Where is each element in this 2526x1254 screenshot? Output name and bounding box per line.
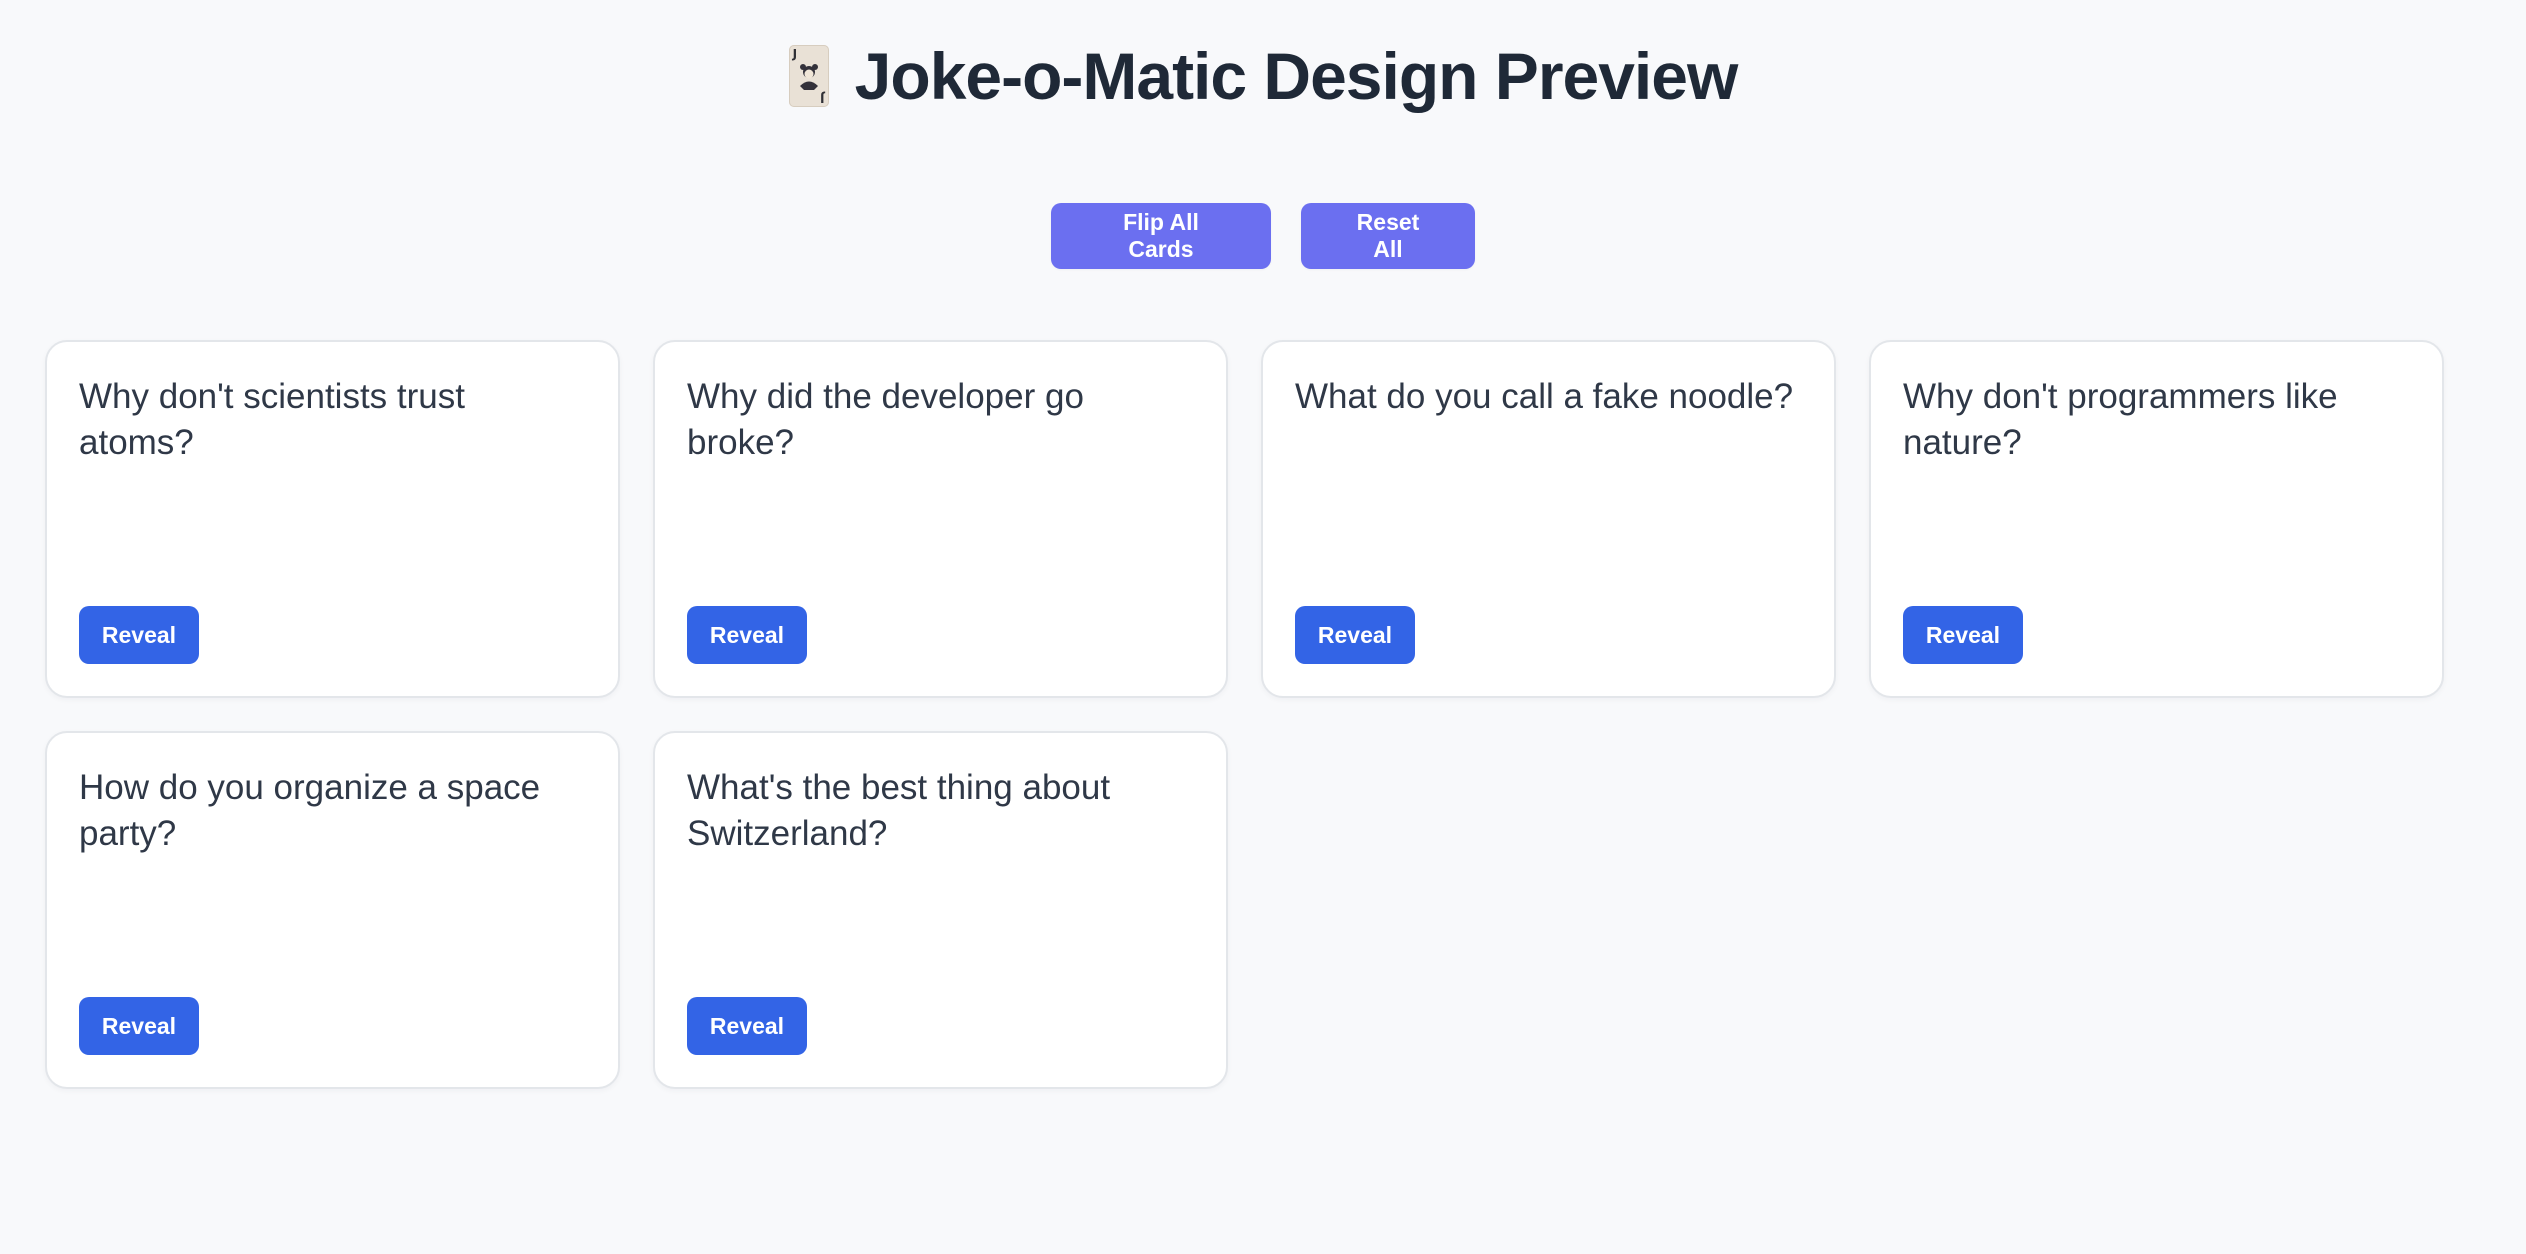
joke-card: Why did the developer go broke? Reveal — [653, 340, 1228, 698]
joke-question: How do you organize a space party? — [79, 768, 541, 853]
reveal-button[interactable]: Reveal — [1903, 606, 2023, 664]
joke-card: How do you organize a space party? Revea… — [45, 731, 620, 1089]
joke-question: Why don't programmers like nature? — [1903, 377, 2338, 462]
joke-question: Why did the developer go broke? — [687, 377, 1084, 462]
flip-all-cards-button[interactable]: Flip All Cards — [1051, 203, 1271, 269]
joker-card-corner-letter: J — [792, 47, 798, 61]
page: J J Joke-o-Matic Design Preview Flip All… — [0, 0, 2526, 1254]
joke-question: Why don't scientists trust atoms? — [79, 377, 465, 462]
reveal-button[interactable]: Reveal — [1295, 606, 1415, 664]
reveal-button[interactable]: Reveal — [79, 606, 199, 664]
joke-card: What do you call a fake noodle? Reveal — [1261, 340, 1836, 698]
reveal-button[interactable]: Reveal — [79, 997, 199, 1055]
joke-question: What do you call a fake noodle? — [1295, 377, 1794, 416]
jester-face-icon — [799, 64, 818, 90]
joker-card-corner-letter-bottom: J — [820, 91, 825, 105]
reset-all-button[interactable]: Reset All — [1301, 203, 1475, 269]
joke-card-grid: Why don't scientists trust atoms? Reveal… — [45, 340, 2445, 1089]
joke-card: What's the best thing about Switzerland?… — [653, 731, 1228, 1089]
joke-card: Why don't scientists trust atoms? Reveal — [45, 340, 620, 698]
joke-question: What's the best thing about Switzerland? — [687, 768, 1111, 853]
controls-bar: Flip All Cards Reset All — [0, 203, 2526, 269]
joke-card: Why don't programmers like nature? Revea… — [1869, 340, 2444, 698]
reveal-button[interactable]: Reveal — [687, 997, 807, 1055]
page-header: J J Joke-o-Matic Design Preview — [0, 36, 2526, 116]
joker-card-icon: J J — [788, 45, 829, 107]
page-title: Joke-o-Matic Design Preview — [854, 39, 1739, 113]
reveal-button[interactable]: Reveal — [687, 606, 807, 664]
